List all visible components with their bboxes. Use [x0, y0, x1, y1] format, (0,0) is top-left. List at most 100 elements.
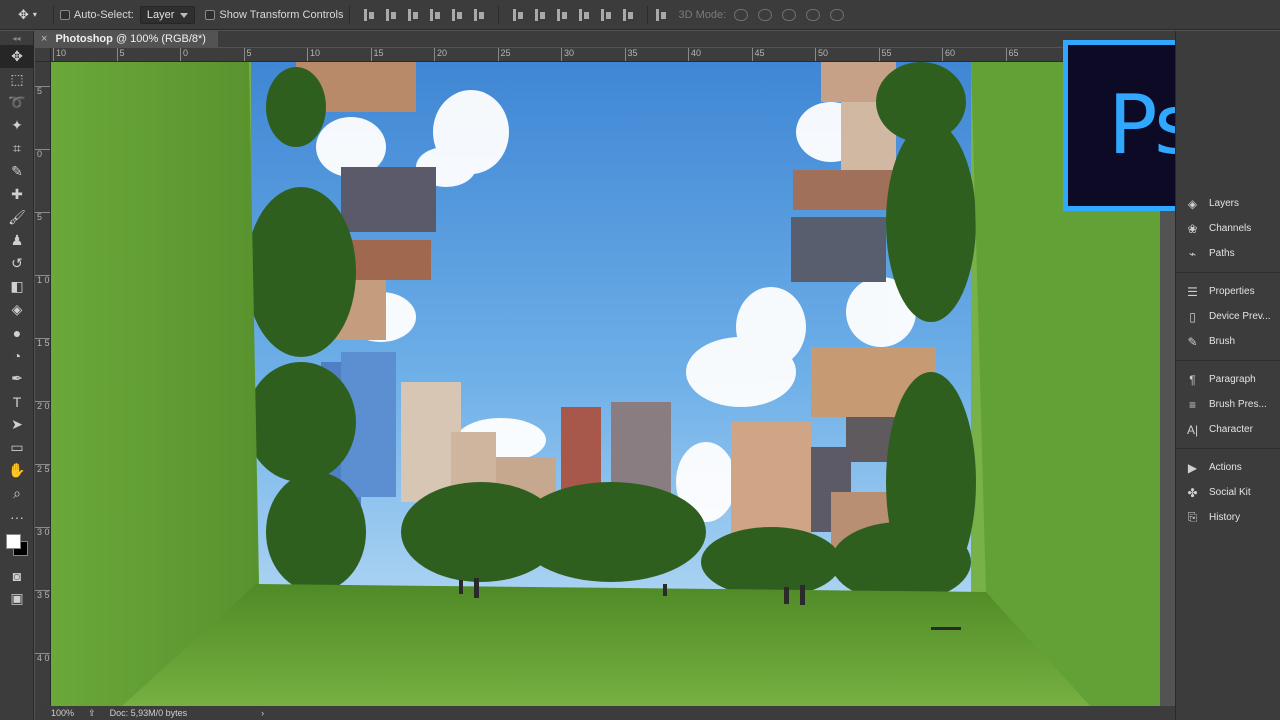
- panel-properties[interactable]: ☰ Properties: [1176, 279, 1280, 304]
- hand-tool-icon[interactable]: ✋: [0, 459, 34, 482]
- distribute-right-icon[interactable]: [621, 8, 635, 22]
- move-tool-icon[interactable]: ✥: [0, 45, 34, 68]
- blur-tool-icon[interactable]: ●: [0, 321, 34, 344]
- ruler-tick-label: 10: [53, 48, 66, 61]
- panel-label: Channels: [1209, 223, 1252, 234]
- show-transform-checkbox[interactable]: [205, 9, 216, 20]
- auto-select-checkbox[interactable]: [59, 9, 70, 20]
- paint-bucket-tool-icon[interactable]: ◈: [0, 298, 34, 321]
- panel-channels[interactable]: ❀ Channels: [1176, 216, 1280, 241]
- ruler-tick-label: 5: [35, 212, 50, 222]
- zoom-tool-icon[interactable]: ⌕: [0, 482, 34, 505]
- color-swatches[interactable]: [0, 528, 34, 564]
- panel-actions[interactable]: ▶ Actions: [1176, 455, 1280, 480]
- chevron-right-icon[interactable]: ›: [261, 708, 264, 718]
- panel-brush[interactable]: ✎ Brush: [1176, 329, 1280, 354]
- divider: [498, 5, 500, 24]
- align-horizontal-center-icon[interactable]: [450, 8, 464, 22]
- panel-history[interactable]: ⎘ History: [1176, 505, 1280, 530]
- camera-3d-icon[interactable]: [830, 8, 845, 21]
- distribute-bottom-icon[interactable]: [555, 8, 569, 22]
- panel-device-preview[interactable]: ▯ Device Prev...: [1176, 304, 1280, 329]
- brush-tool-icon[interactable]: 🖌: [0, 206, 34, 229]
- align-top-icon[interactable]: [362, 8, 376, 22]
- history-brush-tool-icon[interactable]: ↺: [0, 252, 34, 275]
- panel-character[interactable]: A| Character: [1176, 417, 1280, 442]
- dodge-tool-icon[interactable]: ◔: [0, 344, 34, 367]
- align-vertical-center-icon[interactable]: [384, 8, 398, 22]
- divider: [349, 5, 351, 24]
- distribute-vertical-center-icon[interactable]: [533, 8, 547, 22]
- layers-icon: ◈: [1187, 196, 1198, 211]
- panel-paths[interactable]: ⌁ Paths: [1176, 241, 1280, 266]
- edit-toolbar-icon[interactable]: ···: [0, 505, 34, 528]
- tools-panel: ◂◂ ✥ ⬚ ➰ ✦ ⌗ ✎ ✚ 🖌 ♟ ↺ ◧ ◈ ● ◔ ✒ T ➤ ▭ ✋…: [0, 31, 34, 720]
- lasso-tool-icon[interactable]: ➰: [0, 91, 34, 114]
- panel-label: Brush Pres...: [1209, 399, 1267, 410]
- ruler-origin[interactable]: [35, 48, 51, 62]
- ruler-tick-label: 40: [688, 48, 701, 61]
- ruler-tick-label: 5: [243, 48, 252, 61]
- crop-tool-icon[interactable]: ⌗: [0, 137, 34, 160]
- character-icon: A|: [1186, 422, 1199, 437]
- close-icon[interactable]: ×: [41, 33, 47, 45]
- vertical-ruler[interactable]: 5 0 5 1 0 1 5 2 0 2 5 3 0 3 5 4 0: [35, 62, 51, 707]
- stamp-tool-icon[interactable]: ♟: [0, 229, 34, 252]
- document-zoom-info: @ 100% (RGB/8*): [115, 33, 206, 45]
- share-icon[interactable]: ⇪: [88, 708, 96, 719]
- eyedropper-tool-icon[interactable]: ✎: [0, 160, 34, 183]
- auto-align-icon[interactable]: [654, 8, 668, 22]
- auto-select-dropdown[interactable]: Layer: [139, 5, 196, 24]
- paragraph-icon: ¶: [1189, 372, 1196, 387]
- distribute-left-icon[interactable]: [577, 8, 591, 22]
- panel-label: Social Kit: [1209, 487, 1251, 498]
- screen-mode-icon[interactable]: ▣: [0, 587, 34, 610]
- panel-group-layers: ◈ Layers ❀ Channels ⌁ Paths: [1176, 31, 1280, 273]
- document-size-info: Doc: 5,93M/0 bytes: [109, 708, 188, 718]
- distribute-top-icon[interactable]: [511, 8, 525, 22]
- distribute-horizontal-center-icon[interactable]: [599, 8, 613, 22]
- history-icon: ⎘: [1187, 510, 1198, 524]
- ruler-tick-label: 15: [370, 48, 384, 61]
- healing-brush-tool-icon[interactable]: ✚: [0, 183, 34, 206]
- ruler-tick-label: 5: [35, 86, 50, 96]
- ruler-tick-label: 0: [180, 48, 188, 61]
- actions-icon: ▶: [1187, 460, 1198, 475]
- ruler-tick-label: 5: [116, 48, 125, 61]
- panel-label: Device Prev...: [1209, 311, 1271, 322]
- foreground-color-swatch[interactable]: [6, 534, 21, 549]
- roll-3d-icon[interactable]: [758, 8, 773, 21]
- pen-tool-icon[interactable]: ✒: [0, 367, 34, 390]
- ruler-tick-label: 35: [624, 48, 638, 61]
- panel-paragraph[interactable]: ¶ Paragraph: [1176, 367, 1280, 392]
- align-right-icon[interactable]: [472, 8, 486, 22]
- slide-3d-icon[interactable]: [806, 8, 821, 21]
- drag-3d-icon[interactable]: [782, 8, 797, 21]
- align-bottom-icon[interactable]: [406, 8, 420, 22]
- align-buttons: [356, 8, 492, 22]
- document-canvas[interactable]: [51, 62, 1160, 707]
- path-selection-tool-icon[interactable]: ➤: [0, 413, 34, 436]
- tool-preset-picker[interactable]: ✥ ▾: [0, 0, 47, 30]
- document-tab[interactable]: × Photoshop @ 100% (RGB/8*): [35, 31, 218, 47]
- align-left-icon[interactable]: [428, 8, 442, 22]
- panel-layers[interactable]: ◈ Layers: [1176, 191, 1280, 216]
- panel-label: History: [1209, 512, 1241, 523]
- device-preview-icon: ▯: [1189, 309, 1196, 324]
- type-tool-icon[interactable]: T: [0, 390, 34, 413]
- ruler-tick-label: 20: [434, 48, 447, 61]
- social-kit-icon: ✤: [1187, 485, 1198, 500]
- quick-mask-icon[interactable]: ◙: [0, 564, 34, 587]
- marquee-tool-icon[interactable]: ⬚: [0, 68, 34, 91]
- zoom-level[interactable]: 100%: [51, 708, 74, 718]
- magic-wand-tool-icon[interactable]: ✦: [0, 114, 34, 137]
- properties-icon: ☰: [1187, 284, 1198, 299]
- rectangle-tool-icon[interactable]: ▭: [0, 436, 34, 459]
- move-tool-icon: ✥: [18, 6, 29, 22]
- panel-grip-icon[interactable]: ◂◂: [0, 31, 33, 45]
- orbit-3d-icon[interactable]: [734, 8, 749, 21]
- panel-social-kit[interactable]: ✤ Social Kit: [1176, 480, 1280, 505]
- horizontal-ruler[interactable]: 10 5 0 5 10 15 20 25 30 35 40 45 50 55 60 65: [51, 48, 1175, 62]
- panel-brush-presets[interactable]: ≡ Brush Pres...: [1176, 392, 1280, 417]
- eraser-tool-icon[interactable]: ◧: [0, 275, 34, 298]
